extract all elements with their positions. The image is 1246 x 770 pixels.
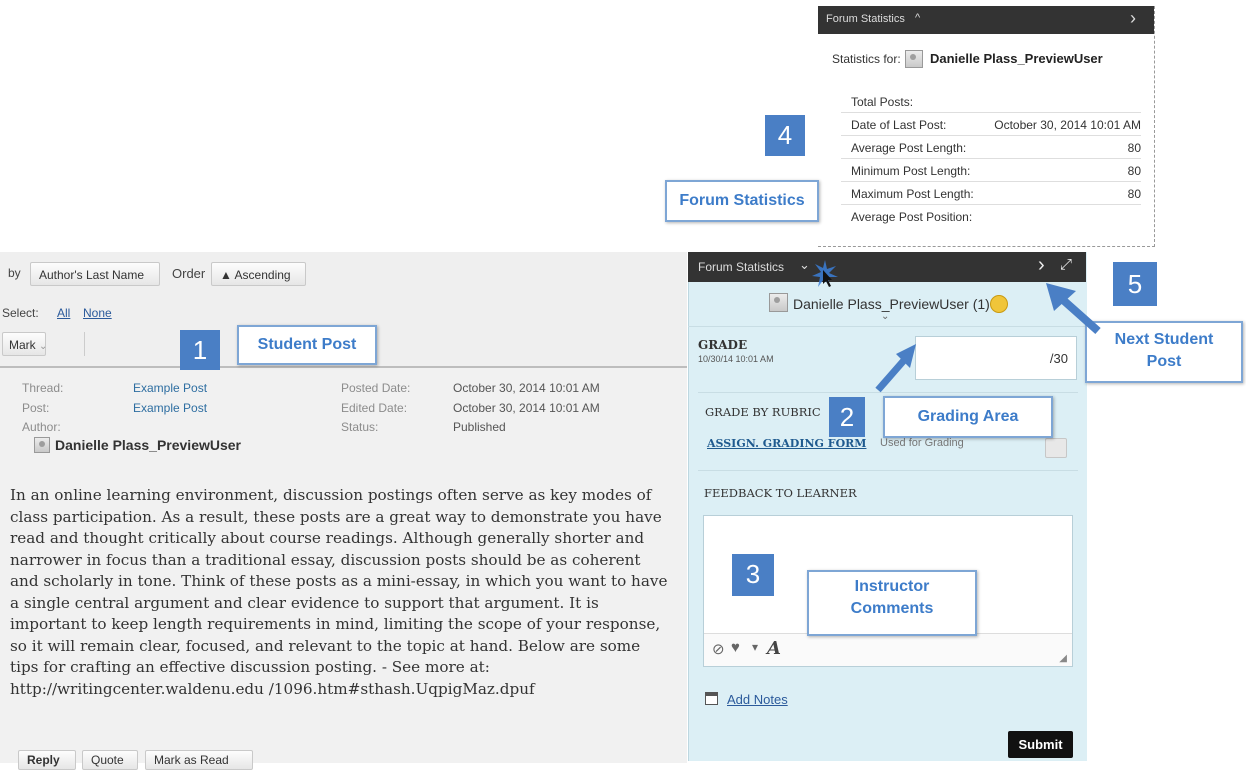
stat-value: October 30, 2014 10:01 AM <box>994 118 1141 132</box>
stat-label: Date of Last Post: <box>851 118 947 132</box>
next-icon[interactable]: › <box>1130 8 1136 29</box>
order-label: Order <box>172 266 206 281</box>
status-value: Published <box>453 420 506 434</box>
next-arrow-icon <box>1046 283 1101 334</box>
mark-label: Mark <box>9 338 36 352</box>
rubric-label: GRADE BY RUBRIC <box>705 405 821 419</box>
author-label: Author: <box>22 420 61 434</box>
notes-icon <box>705 692 718 705</box>
callout-instructor-comments: Instructor Comments <box>807 570 977 636</box>
divider <box>698 470 1078 471</box>
mark-as-read-button[interactable]: Mark as Read <box>145 750 253 770</box>
callout-next-student-post: Next Student Post <box>1085 321 1243 383</box>
stats-title[interactable]: Forum Statistics <box>826 13 905 25</box>
stat-value: 80 <box>1127 141 1141 155</box>
callout-number-3: 3 <box>732 554 774 596</box>
callout-number-1: 1 <box>180 330 220 370</box>
callout-student-post: Student Post <box>237 325 377 365</box>
stat-label: Total Posts: <box>851 95 914 109</box>
add-notes-link[interactable]: Add Notes <box>727 692 788 707</box>
toolbar-divider <box>84 332 85 356</box>
thread-label: Thread: <box>22 381 64 395</box>
chevron-up-icon[interactable]: ^ <box>915 12 920 24</box>
dropdown-chevron-icon[interactable]: ⌄ <box>881 311 889 322</box>
callout-number-5: 5 <box>1113 262 1157 306</box>
student-name: Danielle Plass_PreviewUser (1) <box>793 296 990 312</box>
post-label: Post: <box>22 401 50 415</box>
grading-panel <box>688 252 1087 761</box>
stats-for-label: Statistics for: <box>832 52 901 66</box>
feedback-label: FEEDBACK TO LEARNER <box>704 486 857 500</box>
text-format-icon[interactable]: A <box>767 638 781 659</box>
stat-value: 80 <box>1127 164 1141 178</box>
forum-statistics-popup: Forum Statistics ^ › Statistics for: Dan… <box>818 6 1155 247</box>
editor-toolbar: ⊘ ♥ ▾ A ◢ <box>704 633 1072 666</box>
order-ascending-button[interactable]: ▲ Ascending <box>211 262 306 286</box>
stat-row-average-position: Average Post Position: <box>841 205 1141 227</box>
callout-number-2: 2 <box>829 397 865 437</box>
dropdown-icon[interactable]: ▾ <box>752 640 758 654</box>
stats-header-bar: Forum Statistics ^ › <box>818 6 1154 34</box>
resize-handle-icon[interactable]: ◢ <box>1059 653 1067 664</box>
select-label: Select: <box>2 306 39 320</box>
rubric-link[interactable]: ASSIGN. GRADING FORM <box>707 437 866 450</box>
spellcheck-icon[interactable]: ♥ <box>731 639 740 656</box>
reply-button[interactable]: Reply <box>18 750 76 770</box>
callout-number-4: 4 <box>765 115 805 156</box>
expand-icon[interactable]: ⤢ <box>1060 256 1072 273</box>
status-label: Status: <box>341 420 379 434</box>
quote-button[interactable]: Quote <box>82 750 138 770</box>
stat-label: Minimum Post Length: <box>851 164 971 178</box>
stat-value: 80 <box>1127 187 1141 201</box>
cursor-icon <box>812 260 838 287</box>
chevron-down-icon: ⌄ <box>39 341 48 352</box>
grading-arrow-icon <box>875 344 916 393</box>
post-link[interactable]: Example Post <box>133 401 207 415</box>
grade-total: /30 <box>1049 351 1068 366</box>
select-none-link[interactable]: None <box>83 306 112 320</box>
stat-row-total-posts: Total Posts: <box>841 90 1141 113</box>
next-student-icon[interactable]: › <box>1038 254 1045 277</box>
grading-header-bar: Forum Statistics ⌄ › ⤢ <box>688 252 1086 282</box>
stat-row-last-post: Date of Last Post: October 30, 2014 10:0… <box>841 113 1141 136</box>
forum-statistics-toggle[interactable]: Forum Statistics <box>698 260 784 274</box>
stats-user-name: Danielle Plass_PreviewUser <box>930 51 1103 66</box>
author-name: Danielle Plass_PreviewUser <box>55 437 242 453</box>
posted-date-value: October 30, 2014 10:01 AM <box>453 381 600 395</box>
edited-date-value: October 30, 2014 10:01 AM <box>453 401 600 415</box>
post-body-text: In an online learning environment, discu… <box>10 486 668 698</box>
mark-button[interactable]: Mark ⌄ <box>2 332 48 356</box>
stats-user-avatar-icon <box>905 50 923 68</box>
sort-prefix: by <box>8 266 21 280</box>
posted-date-label: Posted Date: <box>341 381 411 395</box>
author-avatar-icon <box>34 437 50 453</box>
chevron-down-icon[interactable]: ⌄ <box>799 257 810 273</box>
stat-row-maximum-length: Maximum Post Length: 80 <box>841 182 1141 205</box>
status-icon <box>990 295 1008 313</box>
student-avatar-icon <box>769 293 788 312</box>
grade-date: 10/30/14 10:01 AM <box>698 354 774 364</box>
grade-label: GRADE <box>698 338 748 352</box>
callout-forum-statistics: Forum Statistics <box>665 180 819 222</box>
thread-link[interactable]: Example Post <box>133 381 207 395</box>
stat-label: Average Post Position: <box>851 210 973 224</box>
edited-date-label: Edited Date: <box>341 401 408 415</box>
stat-row-minimum-length: Minimum Post Length: 80 <box>841 159 1141 182</box>
divider <box>688 326 1086 327</box>
callout-grading-area: Grading Area <box>883 396 1053 438</box>
stat-label: Maximum Post Length: <box>851 187 974 201</box>
stat-label: Average Post Length: <box>851 141 967 155</box>
rubric-view-icon[interactable] <box>1045 438 1067 458</box>
select-all-link[interactable]: All <box>57 306 70 320</box>
rubric-note: Used for Grading <box>880 437 964 449</box>
grade-input[interactable]: /30 <box>915 336 1077 380</box>
attach-icon[interactable]: ⊘ <box>712 640 725 658</box>
sort-author-button[interactable]: Author's Last Name <box>30 262 160 286</box>
stat-row-average-length: Average Post Length: 80 <box>841 136 1141 159</box>
submit-button[interactable]: Submit <box>1008 731 1073 758</box>
